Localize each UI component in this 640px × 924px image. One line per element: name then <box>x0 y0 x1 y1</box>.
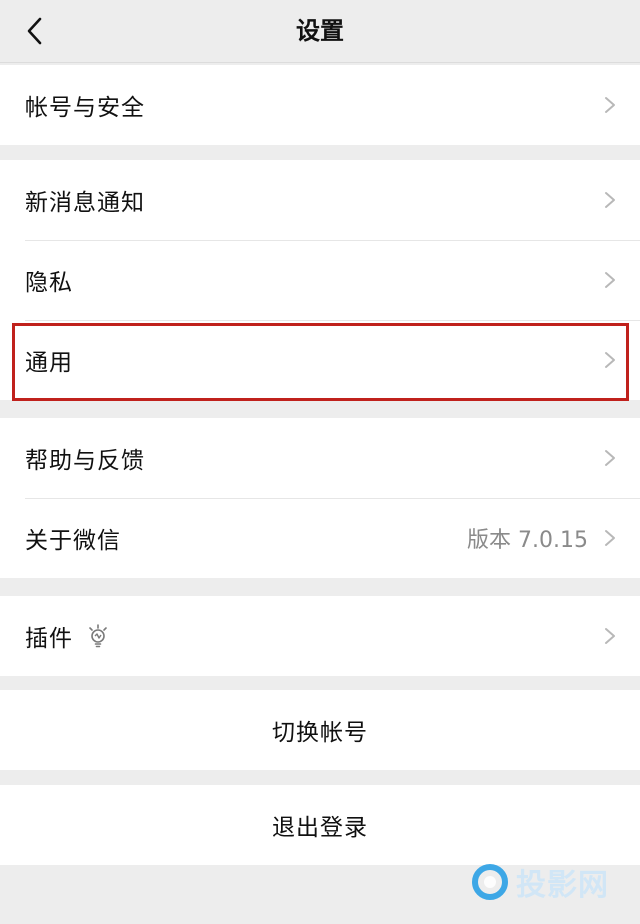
settings-item-notifications[interactable]: 新消息通知 <box>0 160 640 240</box>
logout-button[interactable]: 退出登录 <box>0 785 640 865</box>
back-button[interactable] <box>14 11 54 51</box>
settings-item-label: 插件 <box>25 626 73 652</box>
nav-bar: 设置 <box>0 0 640 63</box>
version-value: 版本 7.0.15 <box>467 528 588 553</box>
settings-item-general[interactable]: 通用 <box>0 320 640 400</box>
settings-item-label: 关于微信 <box>25 528 121 554</box>
settings-item-about-wechat[interactable]: 关于微信 版本 7.0.15 <box>0 498 640 578</box>
logout-group: 退出登录 <box>0 785 640 865</box>
settings-item-label: 通用 <box>25 350 73 376</box>
settings-item-account-security[interactable]: 帐号与安全 <box>0 65 640 145</box>
settings-item-label: 帮助与反馈 <box>25 448 145 474</box>
watermark: 投影网 <box>470 860 609 904</box>
settings-item-help-feedback[interactable]: 帮助与反馈 <box>0 418 640 498</box>
switch-account-label: 切换帐号 <box>272 720 368 746</box>
chevron-right-icon <box>605 192 615 208</box>
switch-account-button[interactable]: 切换帐号 <box>0 690 640 770</box>
settings-item-label: 新消息通知 <box>25 190 145 216</box>
settings-group-about: 帮助与反馈 关于微信 版本 7.0.15 <box>0 418 640 578</box>
settings-group-general: 新消息通知 隐私 通用 <box>0 160 640 400</box>
page-title: 设置 <box>296 17 344 45</box>
settings-item-label: 隐私 <box>25 270 73 296</box>
settings-item-privacy[interactable]: 隐私 <box>0 240 640 320</box>
lightbulb-icon <box>89 624 107 648</box>
chevron-left-icon <box>27 17 42 45</box>
settings-group-account: 帐号与安全 <box>0 65 640 145</box>
chevron-right-icon <box>605 530 615 546</box>
watermark-text: 投影网 <box>516 868 609 903</box>
chevron-right-icon <box>605 272 615 288</box>
chevron-right-icon <box>605 97 615 113</box>
chevron-right-icon <box>605 628 615 644</box>
settings-item-plugins[interactable]: 插件 <box>0 596 640 676</box>
switch-account-group: 切换帐号 <box>0 690 640 770</box>
chevron-right-icon <box>605 352 615 368</box>
settings-group-plugins: 插件 <box>0 596 640 676</box>
settings-item-label: 帐号与安全 <box>25 95 145 121</box>
circle-logo-icon <box>472 864 508 900</box>
logout-label: 退出登录 <box>272 815 368 841</box>
chevron-right-icon <box>605 450 615 466</box>
